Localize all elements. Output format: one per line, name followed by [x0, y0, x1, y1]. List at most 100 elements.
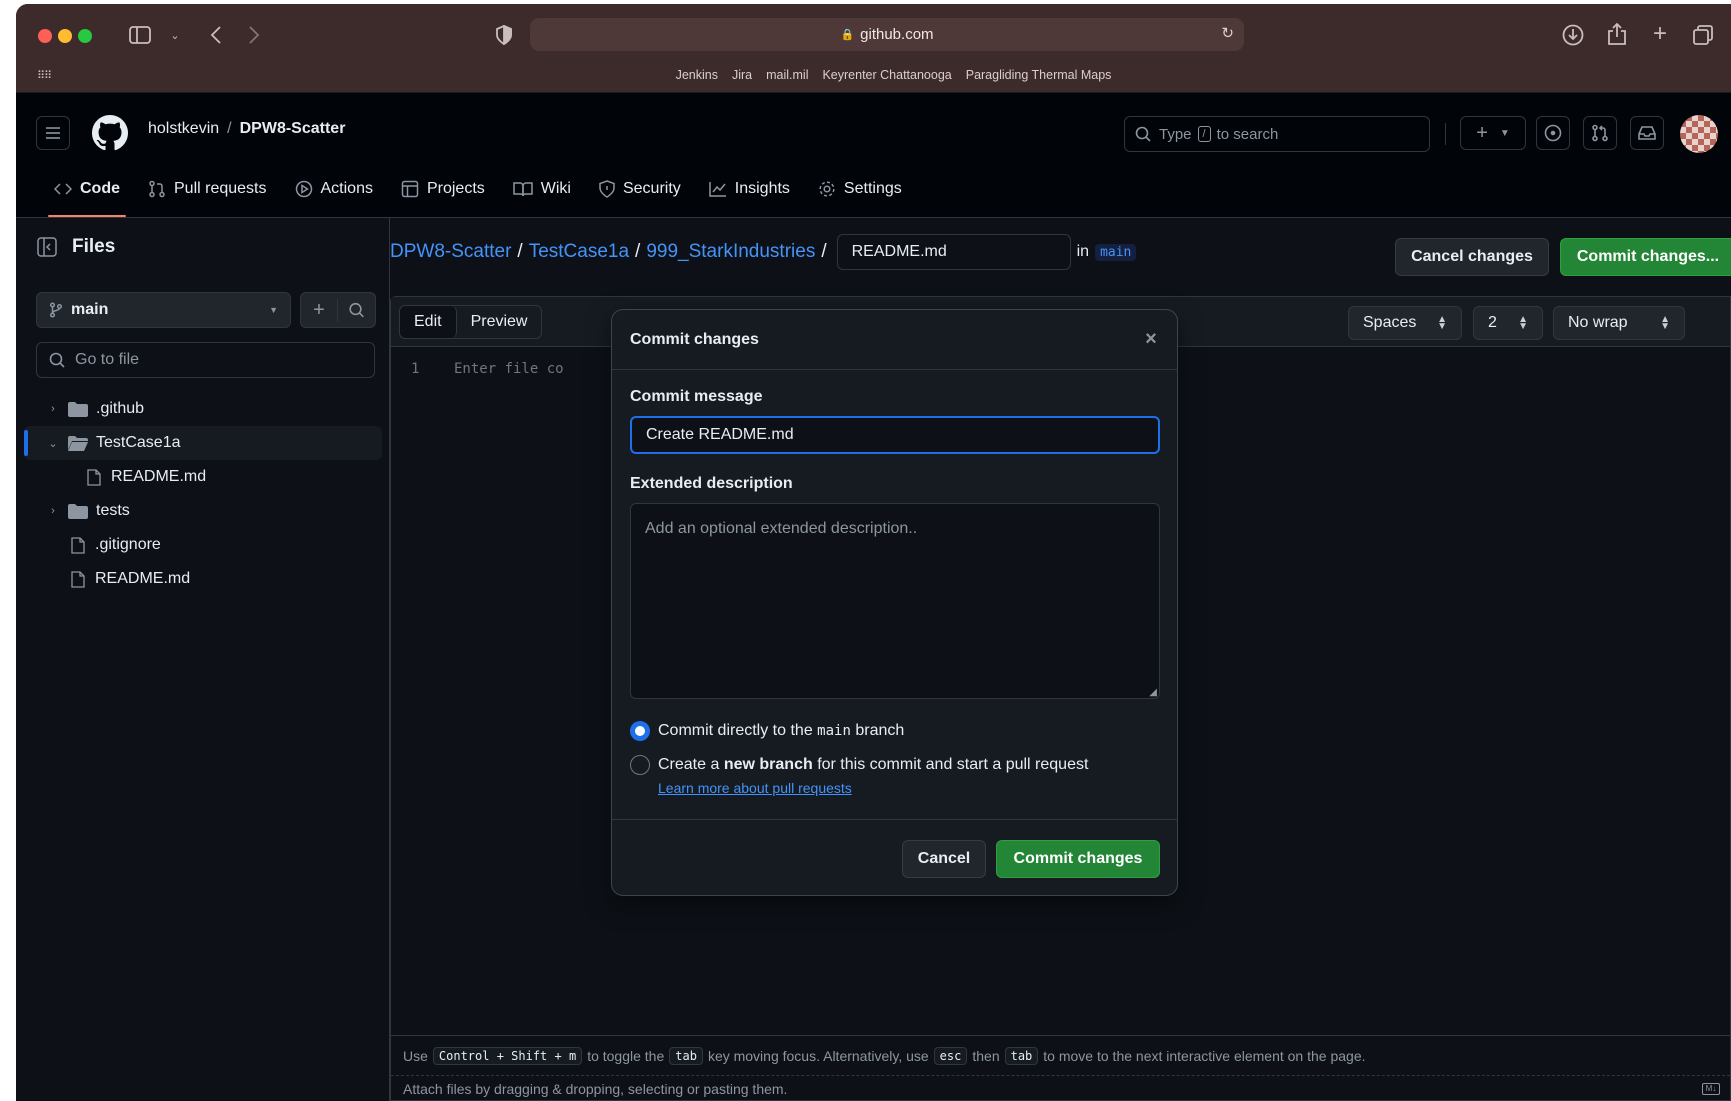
inbox-button[interactable]: [1630, 116, 1664, 150]
dialog-title: Commit changes: [630, 330, 759, 348]
close-window-button[interactable]: [38, 29, 52, 43]
favorite-link[interactable]: Keyrenter Chattanooga: [822, 68, 951, 82]
url-text: github.com: [860, 26, 934, 43]
search-placeholder-prefix: Type: [1159, 125, 1192, 143]
play-icon: [295, 180, 312, 198]
tree-item-folder[interactable]: › .github: [24, 392, 382, 426]
issue-icon: [1544, 124, 1562, 142]
new-branch-label[interactable]: Create a new branch for this commit and …: [658, 756, 1088, 774]
sidebar-toggle-icon[interactable]: [128, 24, 152, 46]
search-input[interactable]: Type / to search: [1124, 116, 1430, 152]
tree-item-file[interactable]: README.md: [24, 460, 382, 494]
path-separator: /: [821, 241, 827, 262]
tab-actions[interactable]: Actions: [281, 161, 387, 217]
branch-selector[interactable]: main ▼: [36, 292, 291, 328]
share-icon[interactable]: [1606, 22, 1628, 46]
tab-wiki[interactable]: Wiki: [499, 161, 585, 217]
tab-security[interactable]: Security: [585, 161, 695, 217]
attach-files-area[interactable]: Attach files by dragging & dropping, sel…: [391, 1075, 1730, 1101]
path-folder-link[interactable]: TestCase1a: [529, 241, 629, 263]
branch-name: main: [71, 301, 109, 318]
repo-breadcrumb: holstkevin / DPW8-Scatter: [148, 120, 345, 138]
path-repo-link[interactable]: DPW8-Scatter: [390, 241, 511, 263]
editor-placeholder[interactable]: Enter file co: [454, 361, 564, 377]
tree-item-file[interactable]: .gitignore: [24, 528, 382, 562]
wrap-mode-select[interactable]: No wrap ▲ ▼: [1553, 306, 1685, 340]
hamburger-menu-button[interactable]: [36, 116, 70, 150]
option-text: branch: [855, 722, 905, 739]
favorite-link[interactable]: Paragliding Thermal Maps: [966, 68, 1112, 82]
issues-button[interactable]: [1536, 116, 1570, 150]
indent-mode-select[interactable]: Spaces ▲ ▼: [1348, 306, 1462, 340]
chevron-down-icon[interactable]: ⌄: [168, 26, 182, 44]
commit-direct-radio[interactable]: [630, 721, 650, 741]
path-folder-link[interactable]: 999_StarkIndustries: [646, 241, 815, 263]
search-icon[interactable]: [338, 302, 375, 318]
favorite-link[interactable]: Jira: [732, 68, 752, 82]
shortcut-key: Control + Shift + m: [432, 1046, 583, 1065]
github-header: holstkevin / DPW8-Scatter Type / to sear…: [16, 93, 1731, 218]
tab-preview[interactable]: Preview: [457, 306, 542, 338]
commit-button[interactable]: Commit changes: [996, 840, 1160, 878]
tab-settings[interactable]: Settings: [804, 161, 916, 217]
tree-item-label: README.md: [111, 468, 207, 485]
lock-icon: 🔒: [840, 29, 855, 41]
back-icon[interactable]: [206, 24, 226, 46]
tab-overview-icon[interactable]: [1692, 24, 1714, 46]
tab-insights[interactable]: Insights: [695, 161, 804, 217]
owner-link[interactable]: holstkevin: [148, 120, 219, 138]
add-file-button[interactable]: +: [300, 292, 376, 328]
plus-icon: +: [301, 298, 339, 322]
learn-more-link[interactable]: Learn more about pull requests: [658, 780, 852, 796]
go-to-file-input[interactable]: Go to file: [36, 342, 375, 378]
commit-changes-button[interactable]: Commit changes...: [1560, 238, 1731, 276]
commit-message-label: Commit message: [630, 388, 763, 405]
breadcrumb-separator: /: [227, 120, 232, 137]
minimize-window-button[interactable]: [58, 29, 72, 43]
cancel-changes-button[interactable]: Cancel changes: [1395, 238, 1549, 276]
privacy-shield-icon[interactable]: [494, 24, 514, 46]
resize-handle-icon[interactable]: ◢: [1149, 687, 1157, 698]
tab-code[interactable]: Code: [40, 161, 134, 217]
tab-label: Pull requests: [174, 180, 267, 197]
pull-request-icon: [149, 180, 165, 198]
close-icon[interactable]: ×: [1139, 327, 1163, 351]
folder-open-icon: [68, 435, 88, 451]
in-label: in: [1076, 243, 1090, 260]
repo-link[interactable]: DPW8-Scatter: [240, 120, 346, 138]
new-branch-radio[interactable]: [630, 755, 650, 775]
file-path-breadcrumb: DPW8-Scatter / TestCase1a / 999_StarkInd…: [390, 234, 1137, 270]
tree-item-file[interactable]: README.md: [24, 562, 382, 596]
pull-requests-button[interactable]: [1583, 116, 1617, 150]
cancel-button[interactable]: Cancel: [902, 840, 986, 878]
tab-edit[interactable]: Edit: [400, 306, 457, 338]
create-new-button[interactable]: + ▼: [1460, 116, 1526, 150]
tab-label: Projects: [426, 180, 485, 197]
avatar[interactable]: [1680, 115, 1718, 153]
github-logo-icon[interactable]: [92, 115, 128, 151]
commit-dialog: Commit changes × Commit message Create R…: [611, 309, 1178, 896]
new-tab-icon[interactable]: +: [1650, 20, 1670, 47]
tab-projects[interactable]: Projects: [387, 161, 499, 217]
zoom-window-button[interactable]: [78, 29, 92, 43]
favorite-link[interactable]: mail.mil: [766, 68, 808, 82]
editor-tabs: Edit Preview: [399, 305, 543, 339]
collapse-sidebar-icon[interactable]: [36, 236, 58, 258]
tree-item-folder[interactable]: › tests: [24, 494, 382, 528]
commit-direct-label[interactable]: Commit directly to the main branch: [658, 722, 904, 740]
chevron-down-icon: ⌄: [48, 437, 58, 450]
line-number: 1: [411, 361, 420, 377]
forward-icon[interactable]: [244, 24, 264, 46]
tab-pull-requests[interactable]: Pull requests: [134, 161, 281, 217]
repo-nav-tabs: Code Pull requests Actions Projects Wiki…: [40, 161, 916, 217]
favorite-link[interactable]: Jenkins: [676, 68, 718, 82]
filename-input[interactable]: README.md: [836, 234, 1071, 270]
extended-description-textarea[interactable]: Add an optional extended description.. ◢: [630, 503, 1160, 699]
tree-item-folder-open[interactable]: ⌄ TestCase1a: [24, 426, 382, 460]
downloads-icon[interactable]: [1562, 24, 1584, 46]
indent-size-select[interactable]: 2 ▲ ▼: [1473, 306, 1543, 340]
chevron-right-icon: ›: [51, 403, 55, 415]
commit-message-input[interactable]: Create README.md: [630, 416, 1160, 454]
address-bar[interactable]: 🔒 github.com ↻: [530, 18, 1244, 51]
reload-icon[interactable]: ↻: [1221, 24, 1234, 42]
